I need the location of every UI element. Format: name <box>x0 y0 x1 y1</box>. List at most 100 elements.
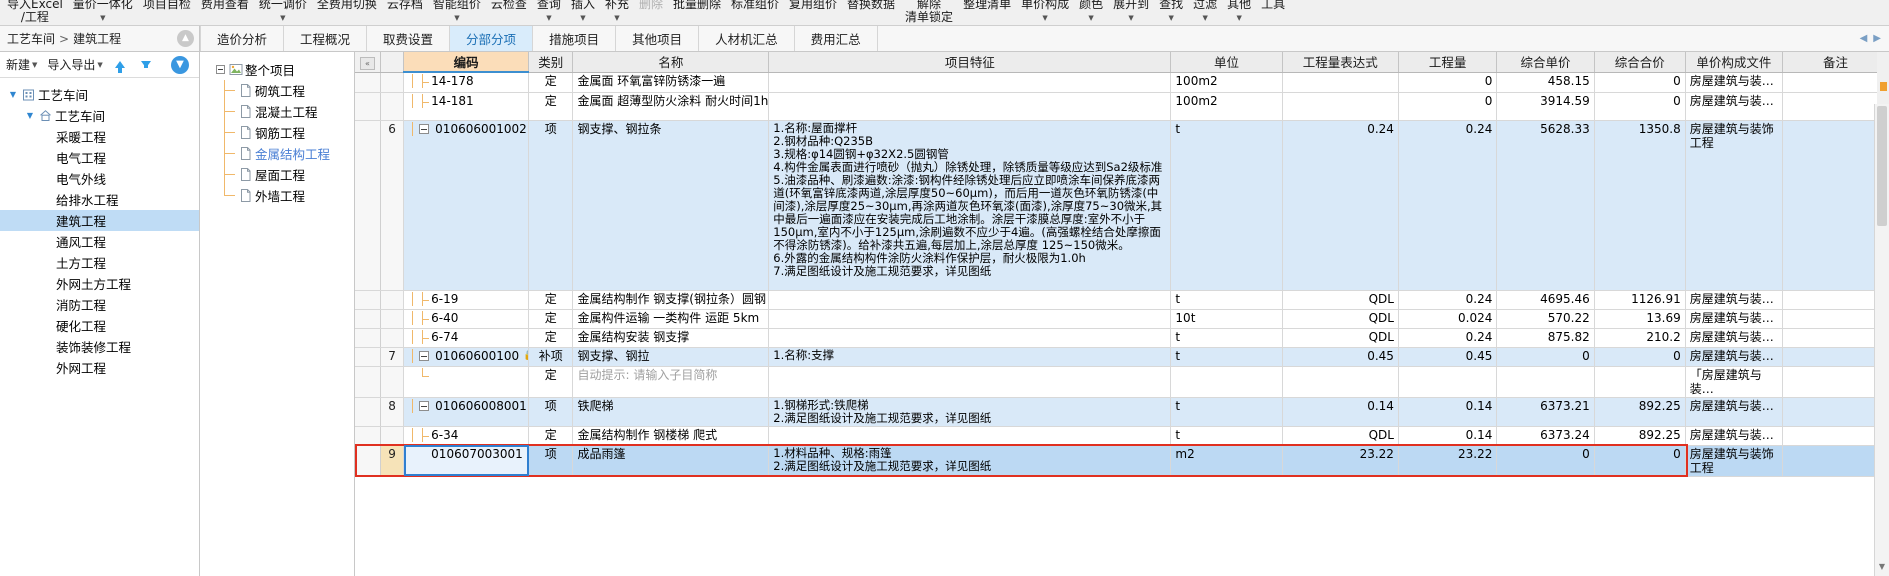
cell-code[interactable]: 010606008001 <box>403 397 530 427</box>
cell-price[interactable]: 5628.33 <box>1496 120 1595 291</box>
chevron-left-icon[interactable]: « <box>355 52 381 73</box>
scroll-right-icon[interactable]: ▶ <box>1873 33 1881 44</box>
cell-seq[interactable]: 7 <box>380 347 405 367</box>
cell-pricefile[interactable]: 房屋建筑与装饰工程 <box>1685 120 1784 291</box>
cell-name[interactable]: 金属结构制作 钢楼梯 爬式 <box>572 426 770 446</box>
cell-feature[interactable]: 1.材料品种、规格:雨篷 2.满足图纸设计及施工规范要求，详见图纸 <box>768 445 1172 477</box>
cell-expr[interactable] <box>1282 72 1399 93</box>
ribbon-button-2[interactable]: 项目自检 <box>138 0 196 25</box>
ribbon-button-15[interactable]: 复用组价 <box>784 0 842 25</box>
table-row[interactable]: 701060600100🔒补项钢支撑、钢拉1.名称:支撑t0.450.4500房… <box>355 347 1889 367</box>
cell-code[interactable]: 6-40 <box>403 309 530 329</box>
cell-unit[interactable]: t <box>1170 426 1283 446</box>
chevron-down-icon[interactable]: ▼ <box>1236 14 1241 22</box>
cell-unit[interactable] <box>1170 366 1283 398</box>
tab-7[interactable]: 费用汇总 <box>794 26 878 51</box>
scrollbar-thumb[interactable] <box>1877 106 1887 226</box>
cell-code[interactable]: 010606001002🔒 <box>403 120 530 291</box>
ribbon-button-25[interactable]: 工具 <box>1256 0 1290 25</box>
cell-expr[interactable]: QDL <box>1282 328 1399 348</box>
cell-expr[interactable] <box>1282 92 1399 121</box>
tab-3[interactable]: 分部分项 <box>450 26 534 51</box>
cell-unit[interactable]: t <box>1170 347 1283 367</box>
project-tree-item-2[interactable]: 钢筋工程 <box>200 122 354 143</box>
cell-unit[interactable]: 10t <box>1170 309 1283 329</box>
cell-remark[interactable] <box>1782 72 1889 93</box>
table-row[interactable]: 6010606001002🔒项钢支撑、钢拉条1.名称:屋面撑杆 2.钢材品种:Q… <box>355 120 1889 291</box>
cell-price[interactable]: 458.15 <box>1496 72 1595 93</box>
tab-0[interactable]: 造价分析 <box>200 26 285 51</box>
cell-code[interactable]: 14-178 <box>403 72 530 93</box>
cell-pricefile[interactable]: 房屋建筑与装… <box>1685 92 1784 121</box>
tab-2[interactable]: 取费设置 <box>367 26 451 51</box>
vertical-scrollbar[interactable]: ▲ ▼ <box>1874 104 1889 576</box>
column-header-total[interactable]: 综合合价 <box>1594 52 1686 73</box>
cell-remark[interactable] <box>1782 309 1889 329</box>
table-row[interactable]: 8 010606008001 项铁爬梯 1.钢梯形式:铁爬梯 2.满足图纸设计及施工规… <box>355 397 1889 427</box>
cell-name[interactable]: 金属结构安装 钢支撑 <box>572 328 770 348</box>
cell-cat[interactable]: 定 <box>528 290 574 310</box>
ribbon-button-16[interactable]: 替换数据 <box>842 0 900 25</box>
cell-expr[interactable]: QDL <box>1282 290 1399 310</box>
arrow-down-icon[interactable] <box>140 61 151 68</box>
cell-price[interactable]: 6373.24 <box>1496 426 1595 446</box>
cell-code[interactable]: 010607003001 <box>403 445 530 477</box>
cell-remark[interactable] <box>1782 445 1889 477</box>
ribbon-button-8[interactable]: 云检查 <box>486 0 532 25</box>
cell-pricefile[interactable]: 房屋建筑与装… <box>1685 397 1784 427</box>
cell-feature[interactable] <box>768 72 1172 93</box>
cell-seq[interactable]: 6 <box>380 120 405 291</box>
cell-qty[interactable]: 0 <box>1398 92 1498 121</box>
cell-feature[interactable] <box>768 366 1172 398</box>
cell-seq[interactable]: 9 <box>380 445 405 477</box>
cell-code[interactable]: 6-74 <box>403 328 530 348</box>
ribbon-button-5[interactable]: 全费用切换 <box>312 0 382 25</box>
cell-expr[interactable]: 0.24 <box>1282 120 1399 291</box>
cell-qty[interactable] <box>1398 366 1498 398</box>
cell-remark[interactable] <box>1782 426 1889 446</box>
cell-expr[interactable]: 0.45 <box>1282 347 1399 367</box>
sidebar-item-7[interactable]: 通风工程 <box>0 231 199 252</box>
project-tree-item-3[interactable]: 金属结构工程 <box>200 143 354 164</box>
sidebar-item-13[interactable]: 外网工程 <box>0 357 199 378</box>
ribbon-button-13[interactable]: 批量删除 <box>668 0 726 25</box>
cell-feature[interactable] <box>768 328 1172 348</box>
cell-feature[interactable]: 1.钢梯形式:铁爬梯 2.满足图纸设计及施工规范要求，详见图纸 <box>768 397 1172 427</box>
project-tree-item-5[interactable]: 外墙工程 <box>200 185 354 206</box>
cell-price[interactable] <box>1496 366 1595 398</box>
tab-1[interactable]: 工程概况 <box>284 26 368 51</box>
cell-qty[interactable]: 0.45 <box>1398 347 1498 367</box>
cell-unit[interactable]: 100m2 <box>1170 72 1283 93</box>
ribbon-button-23[interactable]: 过滤 ▼ <box>1188 0 1222 25</box>
cell-unit[interactable]: t <box>1170 328 1283 348</box>
cell-total[interactable]: 13.69 <box>1594 309 1686 329</box>
sidebar-item-9[interactable]: 外网土方工程 <box>0 273 199 294</box>
cell-cat[interactable]: 项 <box>528 397 574 427</box>
cell-pricefile[interactable]: 房屋建筑与装… <box>1685 426 1784 446</box>
cell-total[interactable]: 1350.8 <box>1594 120 1686 291</box>
cell-price[interactable]: 570.22 <box>1496 309 1595 329</box>
sidebar-item-11[interactable]: 硬化工程 <box>0 315 199 336</box>
column-header-remark[interactable]: 备注 <box>1782 52 1889 73</box>
cell-pricefile[interactable]: 房屋建筑与装… <box>1685 347 1784 367</box>
cell-expr[interactable] <box>1282 366 1399 398</box>
sidebar-item-8[interactable]: 土方工程 <box>0 252 199 273</box>
ribbon-button-19[interactable]: 单价构成 ▼ <box>1016 0 1074 25</box>
cell-expr[interactable]: QDL <box>1282 309 1399 329</box>
cell-cat[interactable]: 定 <box>528 92 574 121</box>
tab-4[interactable]: 措施项目 <box>533 26 617 51</box>
cell-price[interactable]: 6373.21 <box>1496 397 1595 427</box>
cell-remark[interactable] <box>1782 328 1889 348</box>
cell-cat[interactable]: 定 <box>528 366 574 398</box>
table-row[interactable]: 14-178 定金属面 环氧富锌防锈漆一遍 100m2 0 458.15 0 房屋建筑与装… <box>355 72 1889 93</box>
cell-seq[interactable] <box>380 290 405 310</box>
cell-feature[interactable] <box>768 92 1172 121</box>
chevron-down-icon[interactable]: ▼ <box>1088 14 1093 22</box>
cell-name[interactable]: 钢支撑、钢拉条 <box>572 120 770 291</box>
tab-5[interactable]: 其他项目 <box>616 26 700 51</box>
cell-pricefile[interactable]: 房屋建筑与装饰工程 <box>1685 445 1784 477</box>
expand-collapse-icon[interactable] <box>419 400 430 411</box>
chevron-down-icon[interactable]: ▼ <box>6 90 20 99</box>
cell-code[interactable]: 14-181 <box>403 92 530 121</box>
tab-6[interactable]: 人材机汇总 <box>699 26 795 51</box>
